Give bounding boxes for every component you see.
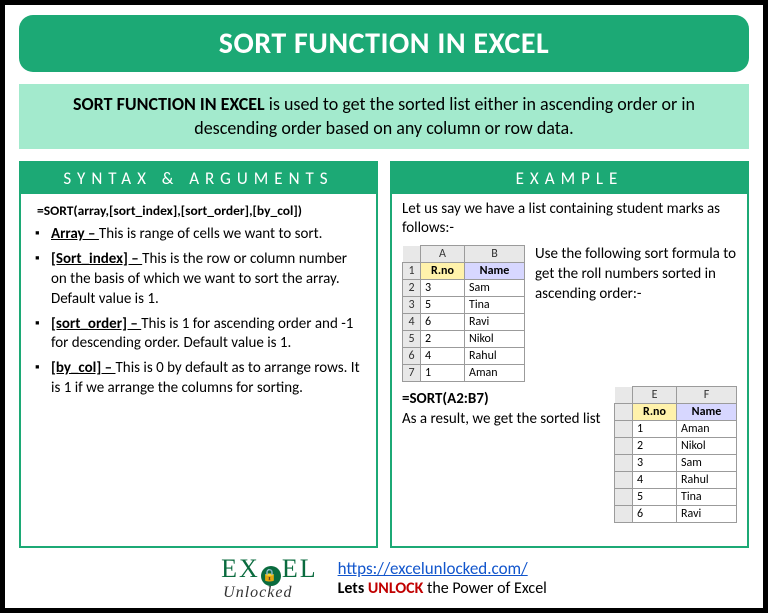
example-formula: =SORT(A2:B7)	[402, 390, 604, 410]
list-item: [by_col] – This is 0 by default as to ar…	[35, 359, 366, 399]
example-row-top: AB 1R.noName 23Sam 35Tina 46Ravi 52Nikol…	[402, 245, 737, 382]
example-panel: EXAMPLE Let us say we have a list contai…	[390, 161, 749, 548]
logo-main: EX🔒EL	[221, 554, 317, 584]
lock-icon: 🔒	[261, 566, 281, 586]
example-result-text: As a result, we get the sorted list	[402, 410, 604, 430]
main-columns: SYNTAX & ARGUMENTS =SORT(array,[sort_ind…	[19, 161, 749, 548]
syntax-header: SYNTAX & ARGUMENTS	[21, 163, 376, 194]
footer: EX🔒EL Unlocked https://excelunlocked.com…	[19, 548, 749, 602]
example-header: EXAMPLE	[392, 163, 747, 194]
syntax-body: =SORT(array,[sort_index],[sort_order],[b…	[21, 194, 376, 546]
list-item: Array – This is range of cells we want t…	[35, 225, 366, 245]
tagline: Lets UNLOCK the Power of Excel	[338, 579, 547, 598]
list-item: [sort_order] – This is 1 for ascending o…	[35, 315, 366, 355]
description-text: is used to get the sorted list either in…	[194, 93, 695, 139]
syntax-panel: SYNTAX & ARGUMENTS =SORT(array,[sort_ind…	[19, 161, 378, 548]
example-row-bottom: =SORT(A2:B7) As a result, we get the sor…	[402, 386, 737, 523]
output-table: EF R.noName 1Aman 2Nikol 3Sam 4Rahul 5Ti…	[614, 386, 737, 523]
footer-link[interactable]: https://excelunlocked.com/	[338, 558, 528, 579]
logo: EX🔒EL Unlocked	[221, 554, 317, 602]
syntax-formula: =SORT(array,[sort_index],[sort_order],[b…	[37, 202, 366, 220]
example-use-text: Use the following sort formula to get th…	[535, 245, 737, 304]
description-banner: SORT FUNCTION IN EXCEL is used to get th…	[19, 84, 749, 149]
example-intro: Let us say we have a list containing stu…	[402, 200, 737, 240]
list-item: [Sort_index] – This is the row or column…	[35, 250, 366, 309]
description-strong: SORT FUNCTION IN EXCEL	[73, 93, 265, 115]
logo-sub: Unlocked	[223, 584, 317, 602]
footer-right: https://excelunlocked.com/ Lets UNLOCK t…	[338, 558, 547, 598]
argument-list: Array – This is range of cells we want t…	[31, 225, 366, 398]
input-table: AB 1R.noName 23Sam 35Tina 46Ravi 52Nikol…	[402, 245, 525, 382]
page-title: SORT FUNCTION IN EXCEL	[19, 15, 749, 72]
example-body: Let us say we have a list containing stu…	[392, 194, 747, 546]
